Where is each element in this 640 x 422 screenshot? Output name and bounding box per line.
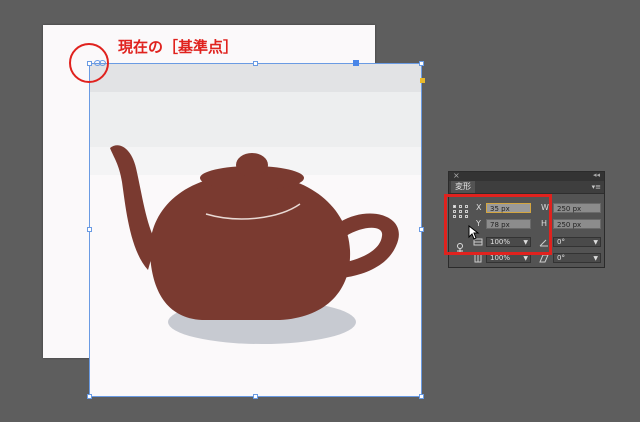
panel-menu-icon[interactable]: ▾≡ bbox=[592, 183, 601, 191]
h-field[interactable]: 250 px bbox=[553, 219, 601, 229]
selection-handle[interactable] bbox=[419, 61, 424, 66]
shear-value: 0° bbox=[557, 254, 565, 262]
selection-handle[interactable] bbox=[419, 394, 424, 399]
tab-transform[interactable]: 変形 bbox=[451, 181, 475, 193]
selection-handle[interactable] bbox=[87, 394, 92, 399]
chevron-down-icon: ▼ bbox=[523, 255, 528, 262]
scale-y-value: 100% bbox=[490, 254, 511, 262]
reference-point-highlight-circle bbox=[69, 43, 109, 83]
reference-point-highlight-box bbox=[444, 194, 552, 255]
teapot-spout bbox=[110, 145, 156, 270]
selection-handle[interactable] bbox=[87, 227, 92, 232]
panel-tabbar: 変形 ▾≡ bbox=[449, 181, 604, 194]
teapot-body bbox=[149, 173, 351, 320]
selection-handle[interactable] bbox=[253, 394, 258, 399]
teapot-illustration bbox=[110, 145, 399, 344]
shear-dropdown[interactable]: 0° ▼ bbox=[553, 253, 601, 263]
layer-color-square bbox=[353, 60, 359, 66]
anchor-color-square bbox=[420, 78, 425, 83]
annotation-caption: 現在の［基準点］ bbox=[118, 38, 239, 56]
chevron-down-icon: ▼ bbox=[593, 255, 598, 262]
w-field[interactable]: 250 px bbox=[553, 203, 601, 213]
collapse-icon[interactable]: ◂◂ bbox=[593, 171, 600, 179]
close-icon[interactable]: × bbox=[453, 171, 460, 180]
selection-handle[interactable] bbox=[419, 227, 424, 232]
mouse-cursor-icon bbox=[468, 225, 480, 240]
panel-titlebar: × ◂◂ bbox=[449, 171, 604, 181]
selected-image-object[interactable] bbox=[89, 63, 422, 397]
teapot-knob bbox=[236, 153, 268, 177]
chevron-down-icon: ▼ bbox=[593, 239, 598, 246]
rotate-dropdown[interactable]: 0° ▼ bbox=[553, 237, 601, 247]
selection-handle[interactable] bbox=[253, 61, 258, 66]
rotate-value: 0° bbox=[557, 238, 565, 246]
